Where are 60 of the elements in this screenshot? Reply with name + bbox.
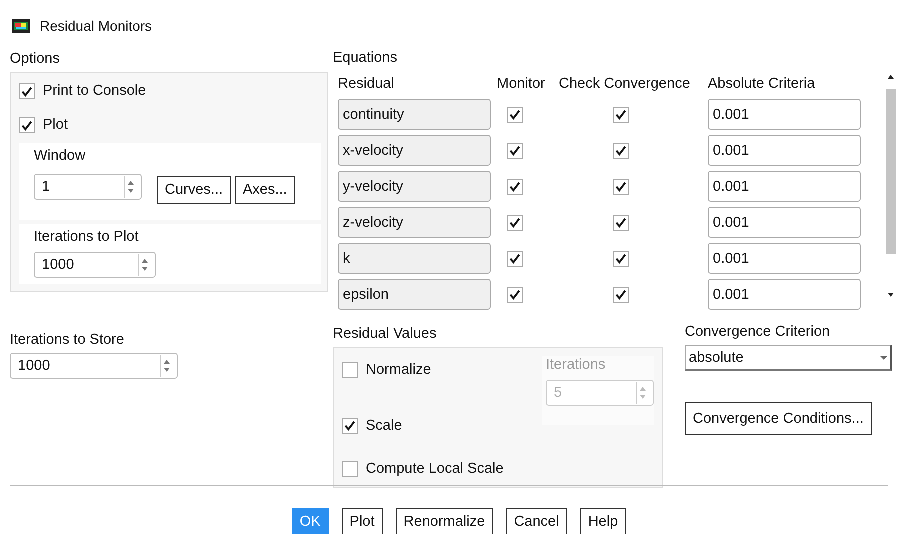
criteria-field[interactable]: 0.001 <box>708 243 861 274</box>
checkbox[interactable] <box>507 250 523 266</box>
column-header: Absolute Criteria <box>708 75 816 94</box>
checkbox[interactable] <box>342 418 358 434</box>
checkbox[interactable] <box>19 83 35 99</box>
checkbox[interactable] <box>507 178 523 194</box>
checkbox[interactable] <box>19 117 35 133</box>
residual-name-field: k <box>338 243 491 274</box>
spin-field[interactable]: 1000 <box>34 252 156 278</box>
field-label: Window <box>34 147 86 165</box>
checkbox[interactable] <box>613 142 629 158</box>
checkbox-label: Compute Local Scale <box>366 460 504 478</box>
checkbox[interactable] <box>342 460 358 477</box>
spin-field[interactable]: 1 <box>34 174 142 200</box>
criteria-field[interactable]: 0.001 <box>708 207 861 238</box>
criteria-field[interactable]: 0.001 <box>708 171 861 202</box>
plot-option-button[interactable]: Axes... <box>235 176 296 204</box>
criteria-field[interactable]: 0.001 <box>708 99 861 130</box>
dialog-button[interactable]: Renormalize <box>396 508 494 534</box>
column-header: Residual <box>338 75 396 94</box>
checkbox[interactable] <box>342 362 358 378</box>
residual-name-field: epsilon <box>338 279 491 310</box>
checkbox[interactable] <box>507 214 523 230</box>
criteria-field[interactable]: 0.001 <box>708 135 861 166</box>
field-label: Iterations <box>546 356 606 374</box>
checkbox[interactable] <box>613 286 629 302</box>
caret-icon <box>878 354 890 362</box>
dropdown[interactable]: absolute <box>685 345 892 371</box>
residual-name-field: y-velocity <box>338 171 491 202</box>
section-label: Equations <box>333 49 398 67</box>
dialog-button[interactable]: Plot <box>342 508 383 534</box>
criteria-field[interactable]: 0.001 <box>708 279 861 310</box>
checkbox[interactable] <box>613 106 629 122</box>
checkbox[interactable] <box>613 178 629 194</box>
app-icon <box>12 18 30 32</box>
checkbox[interactable] <box>507 286 523 302</box>
section-label: Residual Values <box>333 325 437 343</box>
checkbox-label: Print to Console <box>43 82 146 100</box>
field-label: Convergence Criterion <box>685 323 830 341</box>
section-label: Options <box>10 50 60 68</box>
residual-name-field: x-velocity <box>338 135 491 166</box>
field-label: Iterations to Plot <box>34 228 139 246</box>
dialog-button[interactable]: Help <box>580 508 626 534</box>
residual-name-field: continuity <box>338 99 491 130</box>
checkbox-label: Plot <box>43 116 68 134</box>
checkbox-label: Scale <box>366 416 402 434</box>
checkbox[interactable] <box>613 214 629 230</box>
column-header: Check Convergence <box>559 75 692 94</box>
column-header: Monitor <box>497 75 546 94</box>
spin-field[interactable]: 1000 <box>10 353 178 379</box>
residual-name-field: z-velocity <box>338 207 491 238</box>
field-label: Iterations to Store <box>10 331 124 349</box>
checkbox[interactable] <box>613 250 629 266</box>
checkbox[interactable] <box>507 106 523 122</box>
dialog-button[interactable]: Cancel <box>506 508 568 534</box>
window-title: Residual Monitors <box>40 18 152 34</box>
plot-option-button[interactable]: Curves... <box>157 176 232 204</box>
checkbox[interactable] <box>507 142 523 158</box>
checkbox-label: Normalize <box>366 361 432 379</box>
convergence-conditions-button[interactable]: Convergence Conditions... <box>685 402 872 435</box>
